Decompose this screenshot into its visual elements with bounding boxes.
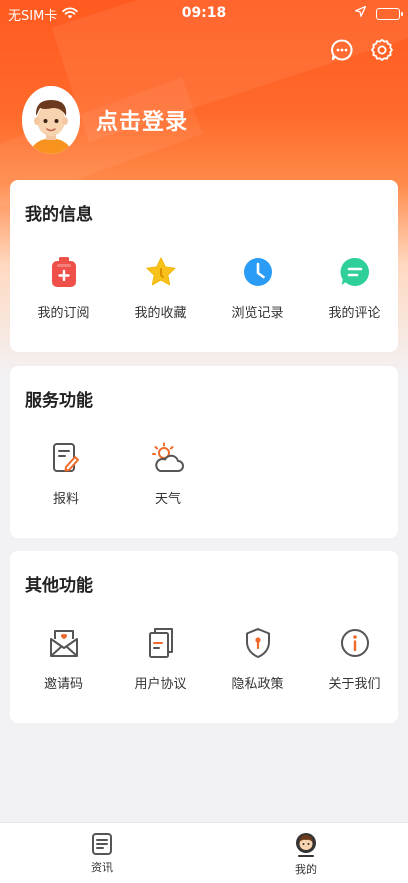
agreement-document-icon [148, 628, 173, 658]
profile-header[interactable]: 点击登录 [22, 86, 188, 154]
menu-item-label: 用户协议 [134, 677, 187, 692]
battery-icon [376, 7, 403, 20]
tab-label: 资讯 [91, 861, 113, 874]
tab-mine[interactable]: 我的 [204, 823, 408, 883]
login-button[interactable]: 点击登录 [96, 104, 188, 136]
profile-tab-icon [296, 833, 316, 857]
menu-item-user-agreement[interactable]: 用户协议 [117, 625, 204, 692]
cartoon-avatar-icon [22, 86, 80, 154]
section-title: 其他功能 [25, 576, 93, 596]
status-bar: 无SIM卡 09:18 [0, 0, 408, 28]
news-icon [92, 833, 112, 855]
chat-bubble-icon [331, 39, 353, 61]
status-right [354, 5, 403, 21]
header-actions [330, 38, 394, 62]
message-button[interactable] [330, 38, 354, 62]
settings-button[interactable] [370, 38, 394, 62]
menu-item-invite-code[interactable]: 邀请码 [20, 625, 107, 692]
menu-item-privacy-policy[interactable]: 隐私政策 [214, 625, 301, 692]
services-grid: 报料 天气 [10, 440, 398, 507]
my-info-grid: 我的订阅 我的收藏 浏览记录 我的评论 [10, 254, 398, 321]
menu-item-label: 我的评论 [328, 306, 381, 321]
comment-icon [340, 257, 369, 286]
privacy-shield-icon [245, 628, 270, 658]
card-my-info: 我的信息 我的订阅 我的收藏 浏览记录 我的评论 [10, 180, 398, 352]
others-grid: 邀请码 用户协议 隐私政策 关于我们 [10, 625, 398, 692]
tab-news[interactable]: 资讯 [0, 823, 204, 883]
location-arrow-icon [354, 5, 367, 21]
status-time: 09:18 [181, 5, 227, 21]
bottom-tab-bar: 资讯 我的 [0, 822, 408, 883]
menu-item-label: 我的订阅 [37, 306, 90, 321]
section-title: 我的信息 [25, 205, 93, 225]
menu-item-weather[interactable]: 天气 [122, 440, 214, 507]
invite-envelope-icon [49, 630, 78, 657]
gear-icon [371, 38, 393, 61]
clock-icon [243, 258, 272, 286]
info-icon [340, 629, 369, 657]
menu-item-history[interactable]: 浏览记录 [214, 254, 301, 321]
menu-item-report[interactable]: 报料 [20, 440, 112, 507]
menu-item-label: 报料 [52, 492, 79, 507]
subscription-icon [51, 257, 76, 287]
star-icon [146, 257, 175, 286]
card-others: 其他功能 邀请码 用户协议 隐私政策 关于我们 [10, 551, 398, 723]
menu-item-label: 浏览记录 [231, 306, 284, 321]
menu-item-label: 我的收藏 [134, 306, 187, 321]
edit-document-icon [53, 443, 79, 472]
tab-label: 我的 [295, 863, 317, 876]
menu-item-subscription[interactable]: 我的订阅 [20, 254, 107, 321]
section-title: 服务功能 [25, 391, 93, 411]
menu-item-label: 关于我们 [328, 677, 381, 692]
menu-item-label: 隐私政策 [231, 677, 284, 692]
menu-item-about-us[interactable]: 关于我们 [311, 625, 398, 692]
menu-item-label: 邀请码 [43, 677, 83, 692]
menu-item-label: 天气 [154, 492, 181, 507]
menu-item-favorites[interactable]: 我的收藏 [117, 254, 204, 321]
avatar[interactable] [22, 86, 80, 154]
weather-icon [152, 442, 184, 472]
menu-item-comments[interactable]: 我的评论 [311, 254, 398, 321]
card-services: 服务功能 报料 天气 [10, 366, 398, 538]
